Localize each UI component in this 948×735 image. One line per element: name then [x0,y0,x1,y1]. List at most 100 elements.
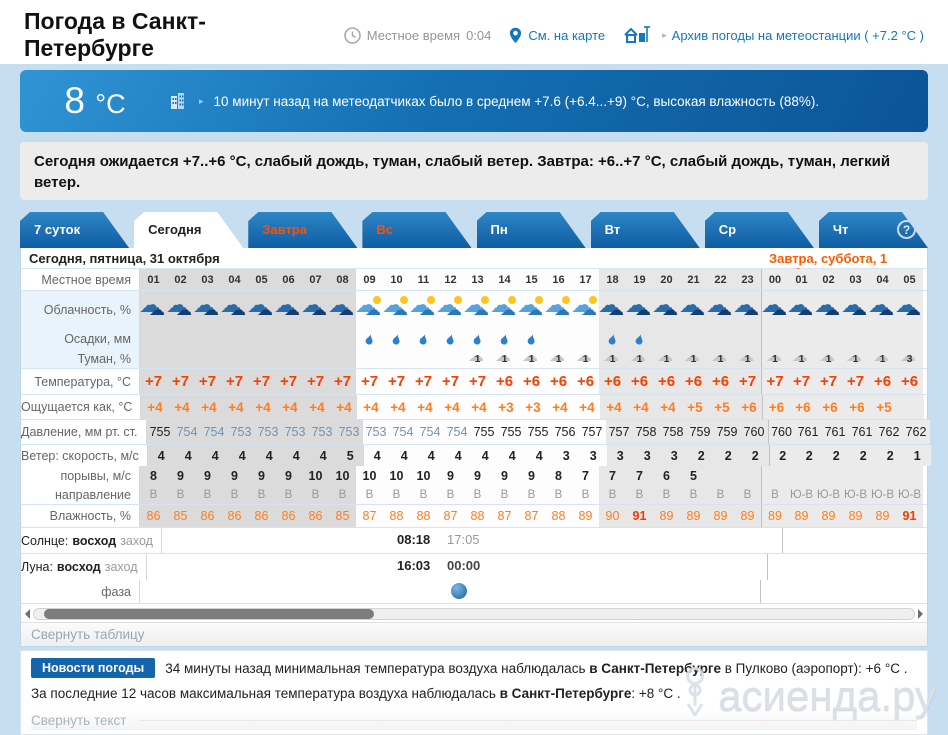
data-cell: +4 [222,395,250,419]
table-row: Облачность, % ☁ ☁ ☁ ☁ ☁ ☁ ☁ ☁ ☁ ☁ ☁ ☁ ☁ ☁ ☁ ☁ ☁ ☁ ☁ ☁ ☁ ☁ ☁ ☁ ☁ ☁ ☁… [21,291,927,329]
data-cell: Ю-В [842,485,869,504]
tab-1[interactable]: Сегодня [134,212,243,248]
data-cell: 13 [464,269,491,290]
data-cell: ☁ 1 [518,349,545,368]
cloud-night-icon: ☁ ☁ [841,292,867,319]
data-cell: 753 [308,420,336,444]
fog-value: 1 [879,352,886,365]
map-link[interactable]: См. на карте [528,28,605,43]
data-cell: +7 [383,369,410,394]
scroll-left-arrow[interactable] [25,609,30,619]
today-header: Сегодня, пятница, 31 октября [29,251,220,266]
fog-value: 1 [717,352,724,365]
data-cell: +6 [491,369,518,394]
tab-2[interactable]: Завтра [248,212,357,248]
news-badge[interactable]: Новости погоды [31,658,156,678]
data-cell: 02 [167,269,194,290]
data-cell: 86 [194,505,221,527]
data-cell: ☁ ☁ [139,291,167,329]
table-scrollbar [21,606,927,622]
data-cell: В [491,485,518,504]
data-cell [653,329,680,349]
cloud-night-icon: ☁ ☁ [679,292,705,319]
map-pin-icon [509,27,522,44]
tab-7[interactable]: Чт? [819,212,928,248]
data-cell: 2 [714,445,742,466]
data-cell [221,329,248,349]
data-cell: 755 [146,420,174,444]
scrollbar-thumb[interactable] [44,609,374,619]
data-cell: В [653,485,680,504]
data-cell: В [707,485,734,504]
data-cell: 2 [876,445,904,466]
data-cell [734,466,761,485]
data-cell: ☁ ☁ [193,291,221,329]
data-cell: 4 [282,445,310,466]
cloud-day-icon: ☁ ☁ [490,292,516,319]
tab-label: Чт [832,222,849,237]
raindrop-icon [392,333,400,345]
data-cell: +7 [356,369,383,394]
data-cell: ☁ ☁ [733,291,761,329]
rise-time: 16:03 [397,558,431,573]
raindrop-icon [635,333,643,345]
data-cell [356,349,383,368]
data-cell: 1 [903,445,931,466]
data-cell: 10 [302,466,329,485]
tab-5[interactable]: Вт [591,212,700,248]
page-header: Погода в Санкт-Петербурге Местное время … [0,0,948,86]
data-cell: 03 [194,269,221,290]
data-cell: +4 [438,395,466,419]
row-label: Солнце: восход заход [21,528,162,553]
scrollbar-track[interactable] [33,608,915,620]
cloud-night-icon: ☁ ☁ [166,292,192,319]
tab-6[interactable]: Ср [705,212,814,248]
data-cell: 11 [410,269,437,290]
fog-icon: ☁ 1 [657,348,673,365]
local-time: Местное время 0:04 [343,26,491,44]
tab-3[interactable]: Вс [362,212,471,248]
cloud-day-icon: ☁ ☁ [544,292,570,319]
tab-4[interactable]: Пн [477,212,586,248]
data-cell: 4 [147,445,175,466]
data-cell [302,329,329,349]
data-cell: В [437,485,464,504]
data-cell: +4 [573,395,601,419]
map-link-item[interactable]: См. на карте [509,27,605,44]
scroll-right-arrow[interactable] [918,609,923,619]
data-cell: 3 [633,445,661,466]
data-cell: 12 [437,269,464,290]
help-icon[interactable]: ? [897,220,916,239]
data-cell: 7 [599,466,626,485]
data-cell: +6 [735,395,763,419]
data-cell: +4 [600,395,628,419]
fog-value: 1 [582,352,589,365]
cloud-day-icon: ☁ ☁ [463,292,489,319]
data-cell: 06 [275,269,302,290]
station-archive-link[interactable]: Архив погоды на метеостанции ( +7.2 °C ) [672,28,924,43]
data-cell: В [221,485,248,504]
data-cell: +7 [788,369,815,394]
tab-label: 7 суток [34,222,81,237]
news-line-2: За последние 12 часов максимальная темпе… [31,686,681,701]
data-cell [383,349,410,368]
data-cell: 754 [416,420,444,444]
collapse-table-link[interactable]: Свернуть таблицу [21,622,927,646]
data-cell: +7 [140,369,167,394]
data-cell: 91 [626,505,653,527]
data-cell: +6 [680,369,707,394]
data-cell: 757 [578,420,606,444]
data-cell [329,329,356,349]
data-cell: 08 [329,269,356,290]
tab-0[interactable]: 7 суток [20,212,129,248]
data-cell: +6 [599,369,626,394]
table-row: Осадки, мм [21,329,927,349]
data-cell [788,329,815,349]
station-link-item[interactable]: ▸ Архив погоды на метеостанции ( +7.2 °C… [623,25,924,45]
cloud-night-icon: ☁ ☁ [193,292,219,319]
data-cell: ☁ 1 [653,349,680,368]
data-cell: ☁ ☁ [301,291,329,329]
cloud-night-icon: ☁ ☁ [868,292,894,319]
collapse-text-link[interactable]: Свернуть текст [31,710,917,730]
data-cell: 9 [221,466,248,485]
